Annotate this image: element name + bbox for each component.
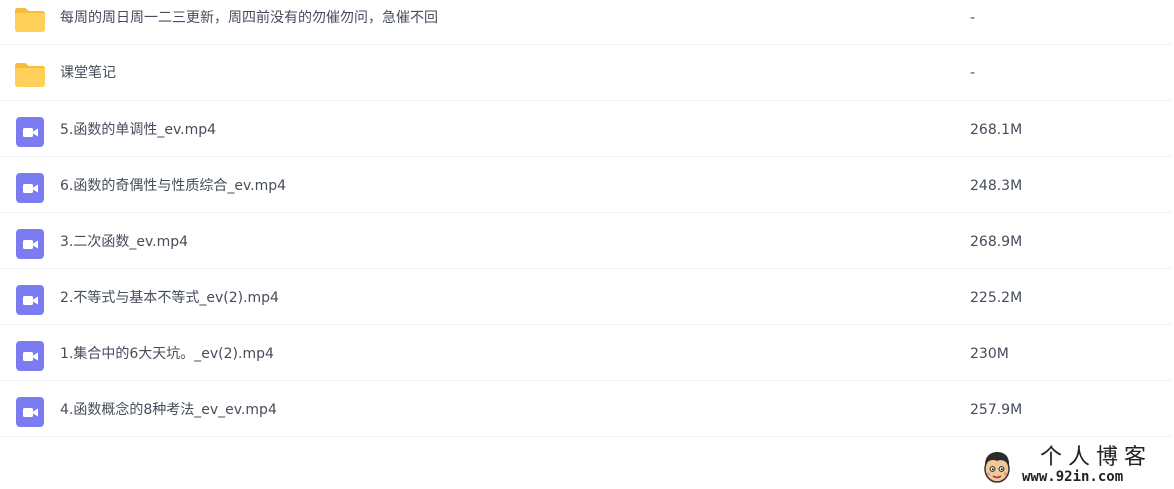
video-file-icon xyxy=(14,396,46,428)
file-size: 248.3M xyxy=(970,178,1023,194)
file-row-video[interactable]: 6.函数的奇偶性与性质综合_ev.mp4 248.3M xyxy=(0,158,1172,213)
file-size: 268.1M xyxy=(970,122,1023,138)
video-file-icon xyxy=(14,172,46,204)
file-name: 4.函数概念的8种考法_ev_ev.mp4 xyxy=(60,402,277,418)
file-name: 3.二次函数_ev.mp4 xyxy=(60,234,189,250)
file-row-video[interactable]: 2.不等式与基本不等式_ev(2).mp4 225.2M xyxy=(0,270,1172,325)
file-size: - xyxy=(970,65,976,81)
folder-icon xyxy=(14,59,46,91)
file-row-video[interactable]: 4.函数概念的8种考法_ev_ev.mp4 257.9M xyxy=(0,382,1172,437)
file-size: - xyxy=(970,10,976,26)
video-file-icon xyxy=(14,228,46,260)
file-row-folder[interactable]: 每周的周日周一二三更新，周四前没有的勿催勿问，急催不回 - xyxy=(0,0,1172,45)
file-row-video[interactable]: 5.函数的单调性_ev.mp4 268.1M xyxy=(0,102,1172,157)
video-file-icon xyxy=(14,340,46,372)
video-file-icon xyxy=(14,284,46,316)
file-row-video[interactable]: 3.二次函数_ev.mp4 268.9M xyxy=(0,214,1172,269)
folder-icon xyxy=(14,4,46,36)
file-name: 6.函数的奇偶性与性质综合_ev.mp4 xyxy=(60,178,287,194)
file-size: 225.2M xyxy=(970,290,1023,306)
file-row-folder[interactable]: 课堂笔记 - xyxy=(0,46,1172,101)
file-name: 5.函数的单调性_ev.mp4 xyxy=(60,122,217,138)
file-list: 每周的周日周一二三更新，周四前没有的勿催勿问，急催不回 - 课堂笔记 - 5.函… xyxy=(0,0,1174,440)
file-name: 1.集合中的6大天坑。_ev(2).mp4 xyxy=(60,346,274,362)
file-name: 每周的周日周一二三更新，周四前没有的勿催勿问，急催不回 xyxy=(60,10,438,26)
file-name: 2.不等式与基本不等式_ev(2).mp4 xyxy=(60,290,279,306)
file-name: 课堂笔记 xyxy=(60,65,116,81)
watermark-title: 个人博客 xyxy=(1040,445,1153,470)
file-size: 257.9M xyxy=(970,402,1023,418)
blog-watermark: 个人博客 www.92in.com xyxy=(976,444,1170,488)
cartoon-face-icon xyxy=(982,450,1012,484)
video-file-icon xyxy=(14,116,46,148)
watermark-url: www.92in.com xyxy=(1022,469,1124,485)
file-size: 268.9M xyxy=(970,234,1023,250)
file-size: 230M xyxy=(970,346,1009,362)
file-row-video[interactable]: 1.集合中的6大天坑。_ev(2).mp4 230M xyxy=(0,326,1172,381)
